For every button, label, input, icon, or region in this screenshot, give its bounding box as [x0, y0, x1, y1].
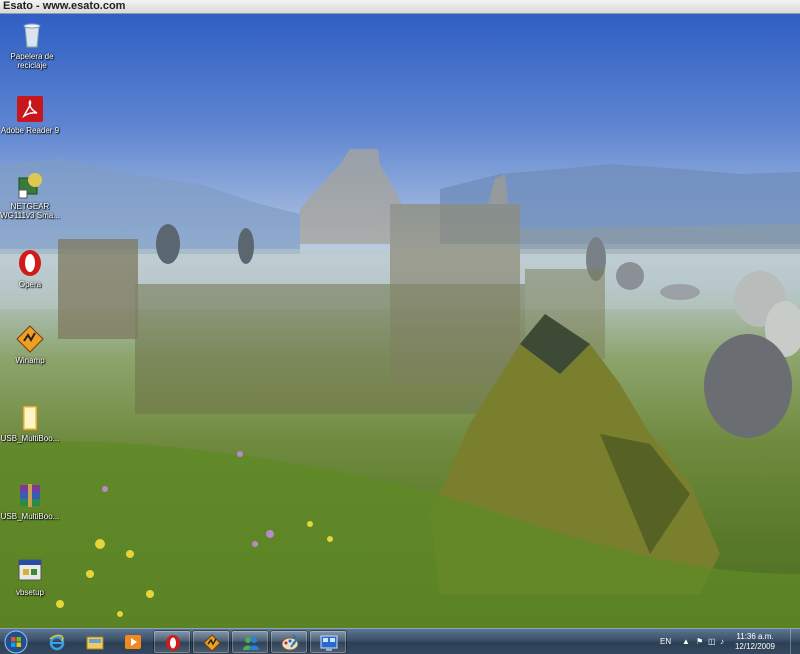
system-tray: EN ▲ ⚑ ◫ ♪ 11:36 a.m. 12/12/2009	[654, 629, 800, 654]
winamp-icon	[203, 634, 221, 652]
opera-icon	[15, 248, 45, 278]
desktop-icon-netgear[interactable]: NETGEAR WG111v3 Sma...	[0, 170, 62, 220]
taskbar-messenger-button[interactable]	[231, 630, 269, 654]
volume-icon[interactable]: ♪	[720, 637, 724, 646]
show-hidden-icons-icon[interactable]: ▲	[682, 637, 690, 646]
taskbar-media-player-button[interactable]	[114, 630, 152, 654]
desktop-icon-label: Adobe Reader 9	[0, 126, 60, 135]
messenger-icon	[243, 637, 259, 650]
taskbar-opera-button[interactable]	[153, 630, 191, 654]
opera-icon	[166, 635, 180, 651]
desktop-icon-usb-folder[interactable]: USB_MultiBoo...	[0, 402, 62, 443]
desktop-icon-label: vbsetup	[15, 588, 45, 597]
desktop-icon-label: USB_MultiBoo...	[0, 434, 60, 443]
wallpaper-landscape	[0, 149, 800, 628]
desktop-icon-recycle-bin[interactable]: Papelera de reciclaje	[0, 20, 64, 70]
winrar-archive-icon	[15, 480, 45, 510]
desktop-icon-label: NETGEAR WG111v3 Sma...	[0, 202, 60, 220]
taskbar-windows-explorer-button[interactable]	[76, 630, 114, 654]
watermark-text: Esato - www.esato.com	[3, 0, 126, 12]
start-button[interactable]	[2, 629, 30, 654]
network-monitor-icon	[320, 635, 338, 651]
paint-icon	[281, 634, 299, 651]
adobe-reader-icon	[15, 94, 45, 124]
setup-icon	[15, 556, 45, 586]
watermark-bar: Esato - www.esato.com	[0, 0, 800, 14]
winamp-icon	[15, 324, 45, 354]
clock-date: 12/12/2009	[734, 642, 776, 651]
desktop-icon-opera[interactable]: Opera	[0, 248, 62, 289]
desktop-icon-label: USB_MultiBoo...	[0, 512, 60, 521]
desktop-wallpaper: Papelera de reciclaje Adobe Reader 9 NET…	[0, 14, 800, 628]
windows-start-orb-icon	[4, 630, 28, 654]
desktop-icon-usb-archive[interactable]: USB_MultiBoo...	[0, 480, 62, 521]
desktop-icon-winamp[interactable]: Winamp	[0, 324, 62, 365]
network-icon[interactable]: ◫	[708, 637, 716, 646]
media-player-icon	[125, 635, 141, 649]
desktop-icon-vbsetup[interactable]: vbsetup	[0, 556, 62, 597]
desktop-icon-label: Papelera de reciclaje	[10, 52, 54, 70]
language-indicator[interactable]: EN	[660, 637, 671, 646]
internet-explorer-icon	[49, 634, 65, 651]
taskbar-paint-button[interactable]	[270, 630, 308, 654]
clock[interactable]: 11:36 a.m. 12/12/2009	[732, 632, 778, 652]
folder-library-icon	[86, 636, 104, 650]
taskbar-internet-explorer-button[interactable]	[38, 630, 76, 654]
taskbar-winamp-button[interactable]	[192, 630, 230, 654]
taskbar: EN ▲ ⚑ ◫ ♪ 11:36 a.m. 12/12/2009	[0, 628, 800, 654]
desktop-icon-label: Opera	[18, 280, 42, 289]
action-center-flag-icon[interactable]: ⚑	[696, 637, 703, 646]
desktop-icon-label: Winamp	[15, 356, 45, 365]
clock-time: 11:36 a.m.	[736, 632, 774, 641]
netgear-icon	[15, 170, 45, 200]
show-desktop-button[interactable]	[790, 629, 800, 654]
taskbar-network-monitor-button[interactable]	[309, 630, 347, 654]
folder-icon	[15, 402, 45, 432]
recycle-bin-icon	[17, 20, 47, 50]
desktop-icon-adobe-reader[interactable]: Adobe Reader 9	[0, 94, 62, 135]
